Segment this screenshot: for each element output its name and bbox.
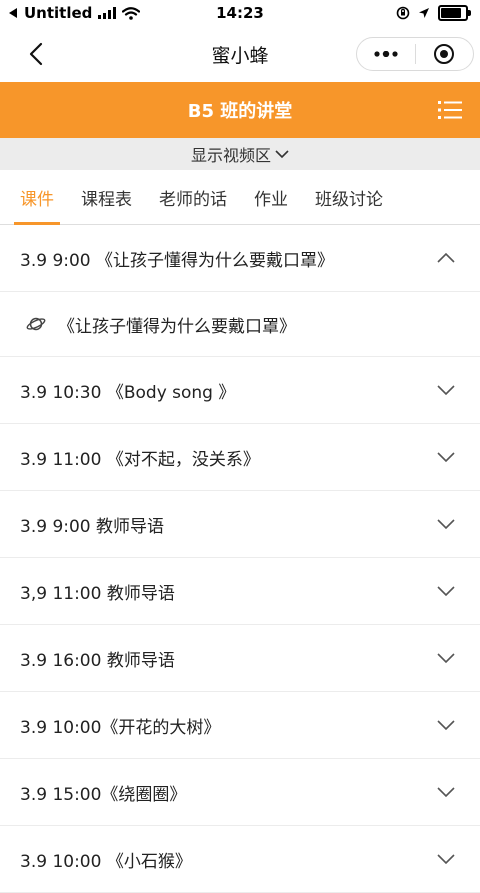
tab-label: 课程表 (81, 189, 132, 210)
lesson-material-item[interactable]: 《让孩子懂得为什么要戴口罩》 (0, 292, 480, 357)
lesson-row[interactable]: 3.9 16:00 教师导语 (0, 625, 480, 692)
page-title: 蜜小蜂 (211, 44, 269, 67)
planet-icon (26, 317, 46, 331)
chevron-left-icon (29, 42, 43, 66)
signal-icon (98, 7, 117, 19)
tab-class-discussion[interactable]: 班级讨论 (303, 170, 395, 224)
status-bar: Untitled 14:23 (0, 0, 480, 26)
chevron-down-icon (437, 452, 455, 463)
back-triangle-icon (9, 8, 17, 18)
class-title: B5 班的讲堂 (187, 101, 293, 122)
chevron-down-icon (437, 385, 455, 396)
lesson-row[interactable]: 3.9 10:00 《小石猴》 (0, 826, 480, 893)
tab-label: 班级讨论 (315, 189, 383, 210)
more-dots-icon (374, 51, 398, 57)
target-icon (434, 44, 455, 64)
back-button[interactable] (22, 40, 50, 68)
lesson-row[interactable]: 3,9 11:00 教师导语 (0, 558, 480, 625)
class-header: B5 班的讲堂 (0, 82, 480, 138)
capsule-menu (356, 37, 474, 71)
location-icon (419, 7, 429, 18)
show-video-toggle[interactable]: 显示视频区 (0, 138, 480, 170)
lesson-title: 3.9 10:30 《Body song 》 (20, 382, 236, 403)
lesson-title: 3.9 9:00 《让孩子懂得为什么要戴口罩》 (20, 250, 335, 271)
tab-teacher-words[interactable]: 老师的话 (147, 170, 239, 224)
battery-icon (438, 5, 471, 21)
chevron-down-icon (275, 149, 289, 158)
show-video-label: 显示视频区 (190, 146, 271, 165)
lesson-title: 3.9 16:00 教师导语 (20, 650, 175, 671)
tab-label: 老师的话 (159, 189, 227, 210)
close-miniprogram-button[interactable] (416, 38, 474, 70)
nav-bar: 蜜小蜂 (0, 26, 480, 82)
lesson-row[interactable]: 3.9 10:00《开花的大树》 (0, 692, 480, 759)
chevron-down-icon (437, 653, 455, 664)
lesson-row[interactable]: 3.9 11:00 《对不起，没关系》 (0, 424, 480, 491)
tab-bar: 课件 课程表 老师的话 作业 班级讨论 (0, 170, 480, 225)
orientation-lock-icon (396, 6, 410, 20)
tab-label: 课件 (20, 189, 54, 210)
lesson-title: 3.9 9:00 教师导语 (20, 516, 165, 537)
lesson-title: 3.9 10:00 《小石猴》 (20, 851, 192, 872)
more-button[interactable] (357, 38, 415, 70)
tab-label: 作业 (254, 189, 288, 210)
chevron-down-icon (437, 720, 455, 731)
list-menu-icon[interactable] (438, 99, 462, 121)
lesson-title: 3.9 15:00《绕圈圈》 (20, 784, 187, 805)
tab-schedule[interactable]: 课程表 (69, 170, 144, 224)
chevron-down-icon (437, 586, 455, 597)
lesson-title: 3.9 10:00《开花的大树》 (20, 717, 221, 738)
lesson-title: 3,9 11:00 教师导语 (20, 583, 175, 604)
lesson-row[interactable]: 3.9 9:00 教师导语 (0, 491, 480, 558)
lesson-title: 3.9 11:00 《对不起，没关系》 (20, 449, 260, 470)
lesson-list: 3.9 9:00 《让孩子懂得为什么要戴口罩》 《让孩子懂得为什么要戴口罩》 3… (0, 225, 480, 893)
material-title: 《让孩子懂得为什么要戴口罩》 (58, 316, 296, 337)
lesson-row[interactable]: 3.9 10:30 《Body song 》 (0, 357, 480, 424)
lesson-row[interactable]: 3.9 9:00 《让孩子懂得为什么要戴口罩》 (0, 225, 480, 292)
chevron-down-icon (437, 854, 455, 865)
chevron-up-icon (437, 252, 455, 263)
status-left: Untitled (8, 4, 141, 22)
carrier-label: Untitled (24, 4, 93, 22)
chevron-down-icon (437, 519, 455, 530)
wifi-icon (122, 6, 141, 20)
lesson-row[interactable]: 3.9 15:00《绕圈圈》 (0, 759, 480, 826)
status-right (396, 5, 471, 21)
tab-courseware[interactable]: 课件 (8, 170, 66, 225)
tab-homework[interactable]: 作业 (242, 170, 300, 224)
chevron-down-icon (437, 787, 455, 798)
